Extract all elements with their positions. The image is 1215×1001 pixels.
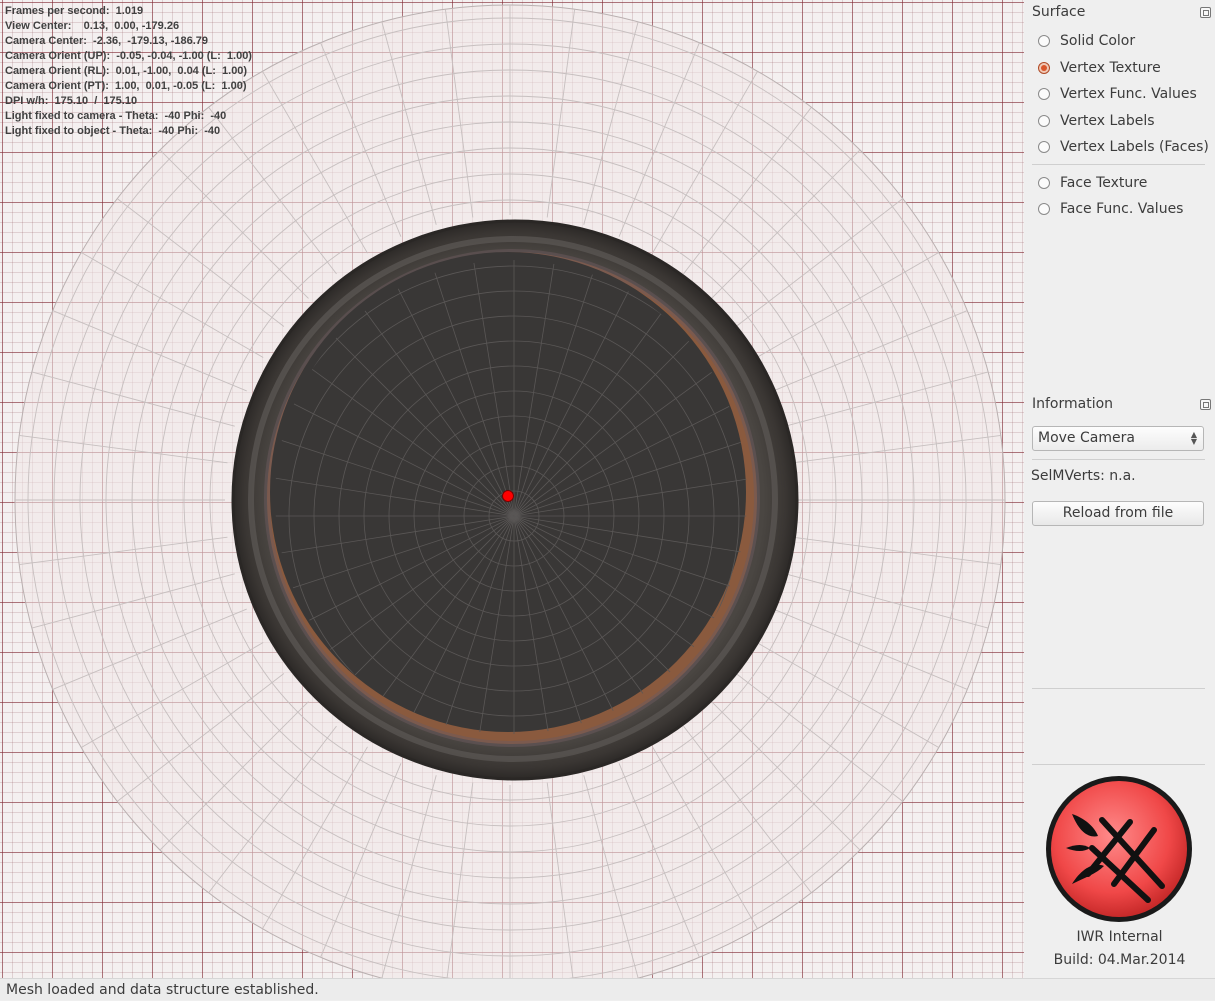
radio-indicator (1038, 141, 1050, 153)
hud-camera-orient-pt: Camera Orient (PT): 1.00, 0.01, -0.05 (L… (5, 80, 247, 92)
radio-vertex-labels-faces[interactable]: Vertex Labels (Faces) (1038, 137, 1209, 157)
status-message: Mesh loaded and data structure establish… (6, 982, 319, 998)
hud-overlay: Frames per second: 1.019 View Center: 0.… (5, 4, 252, 139)
hud-light-object: Light fixed to object - Theta: -40 Phi: … (5, 125, 221, 137)
about-line-1: IWR Internal (1076, 929, 1163, 945)
mesh-scene (14, 4, 1006, 978)
3d-viewport[interactable]: Frames per second: 1.019 View Center: 0.… (0, 0, 1024, 978)
hud-camera-orient-up: Camera Orient (UP): -0.05, -0.04, -1.00 … (5, 50, 252, 62)
hud-light-camera: Light fixed to camera - Theta: -40 Phi: … (5, 110, 227, 122)
information-section-title: Information (1032, 396, 1114, 412)
separator (1032, 764, 1205, 765)
separator (1032, 688, 1205, 689)
view-center-marker (502, 490, 514, 502)
radio-face-texture[interactable]: Face Texture (1038, 173, 1147, 193)
radio-indicator (1038, 203, 1050, 215)
hud-camera-center: Camera Center: -2.36, -179.13, -186.79 (5, 35, 209, 47)
side-panel: Surface Solid Color Vertex Texture Verte… (1024, 0, 1215, 978)
information-float-icon[interactable] (1200, 399, 1211, 410)
hud-camera-orient-rl: Camera Orient (RL): 0.01, -1.00, 0.04 (L… (5, 65, 248, 77)
status-bar: Mesh loaded and data structure establish… (0, 978, 1215, 1000)
radio-vertex-texture[interactable]: Vertex Texture (1038, 58, 1161, 78)
radio-vertex-func-values[interactable]: Vertex Func. Values (1038, 84, 1197, 104)
reload-from-file-button[interactable]: Reload from file (1032, 501, 1204, 526)
radio-indicator (1038, 35, 1050, 47)
hud-dpi: DPI w/h: 175.10 / 175.10 (5, 95, 138, 107)
radio-indicator-selected (1038, 62, 1050, 74)
surface-float-icon[interactable] (1200, 7, 1211, 18)
radio-indicator (1038, 115, 1050, 127)
radio-face-func-values[interactable]: Face Func. Values (1038, 199, 1183, 219)
surface-section-title: Surface (1032, 4, 1086, 20)
radio-vertex-labels[interactable]: Vertex Labels (1038, 111, 1155, 131)
separator (1032, 459, 1205, 460)
radio-indicator (1038, 88, 1050, 100)
iwr-logo-icon (1046, 776, 1192, 922)
separator (1032, 164, 1205, 165)
radio-solid-color[interactable]: Solid Color (1038, 31, 1135, 51)
hud-view-center: View Center: 0.13, 0.00, -179.26 (5, 20, 180, 32)
updown-arrows-icon: ▲ ▼ (1190, 430, 1197, 446)
radio-indicator (1038, 177, 1050, 189)
mode-select[interactable]: Move Camera ▲ ▼ (1032, 426, 1204, 451)
hud-fps: Frames per second: 1.019 (5, 5, 144, 17)
selmverts-label: SelMVerts: n.a. (1031, 468, 1136, 484)
about-build-date: Build: 04.Mar.2014 (1053, 952, 1186, 968)
